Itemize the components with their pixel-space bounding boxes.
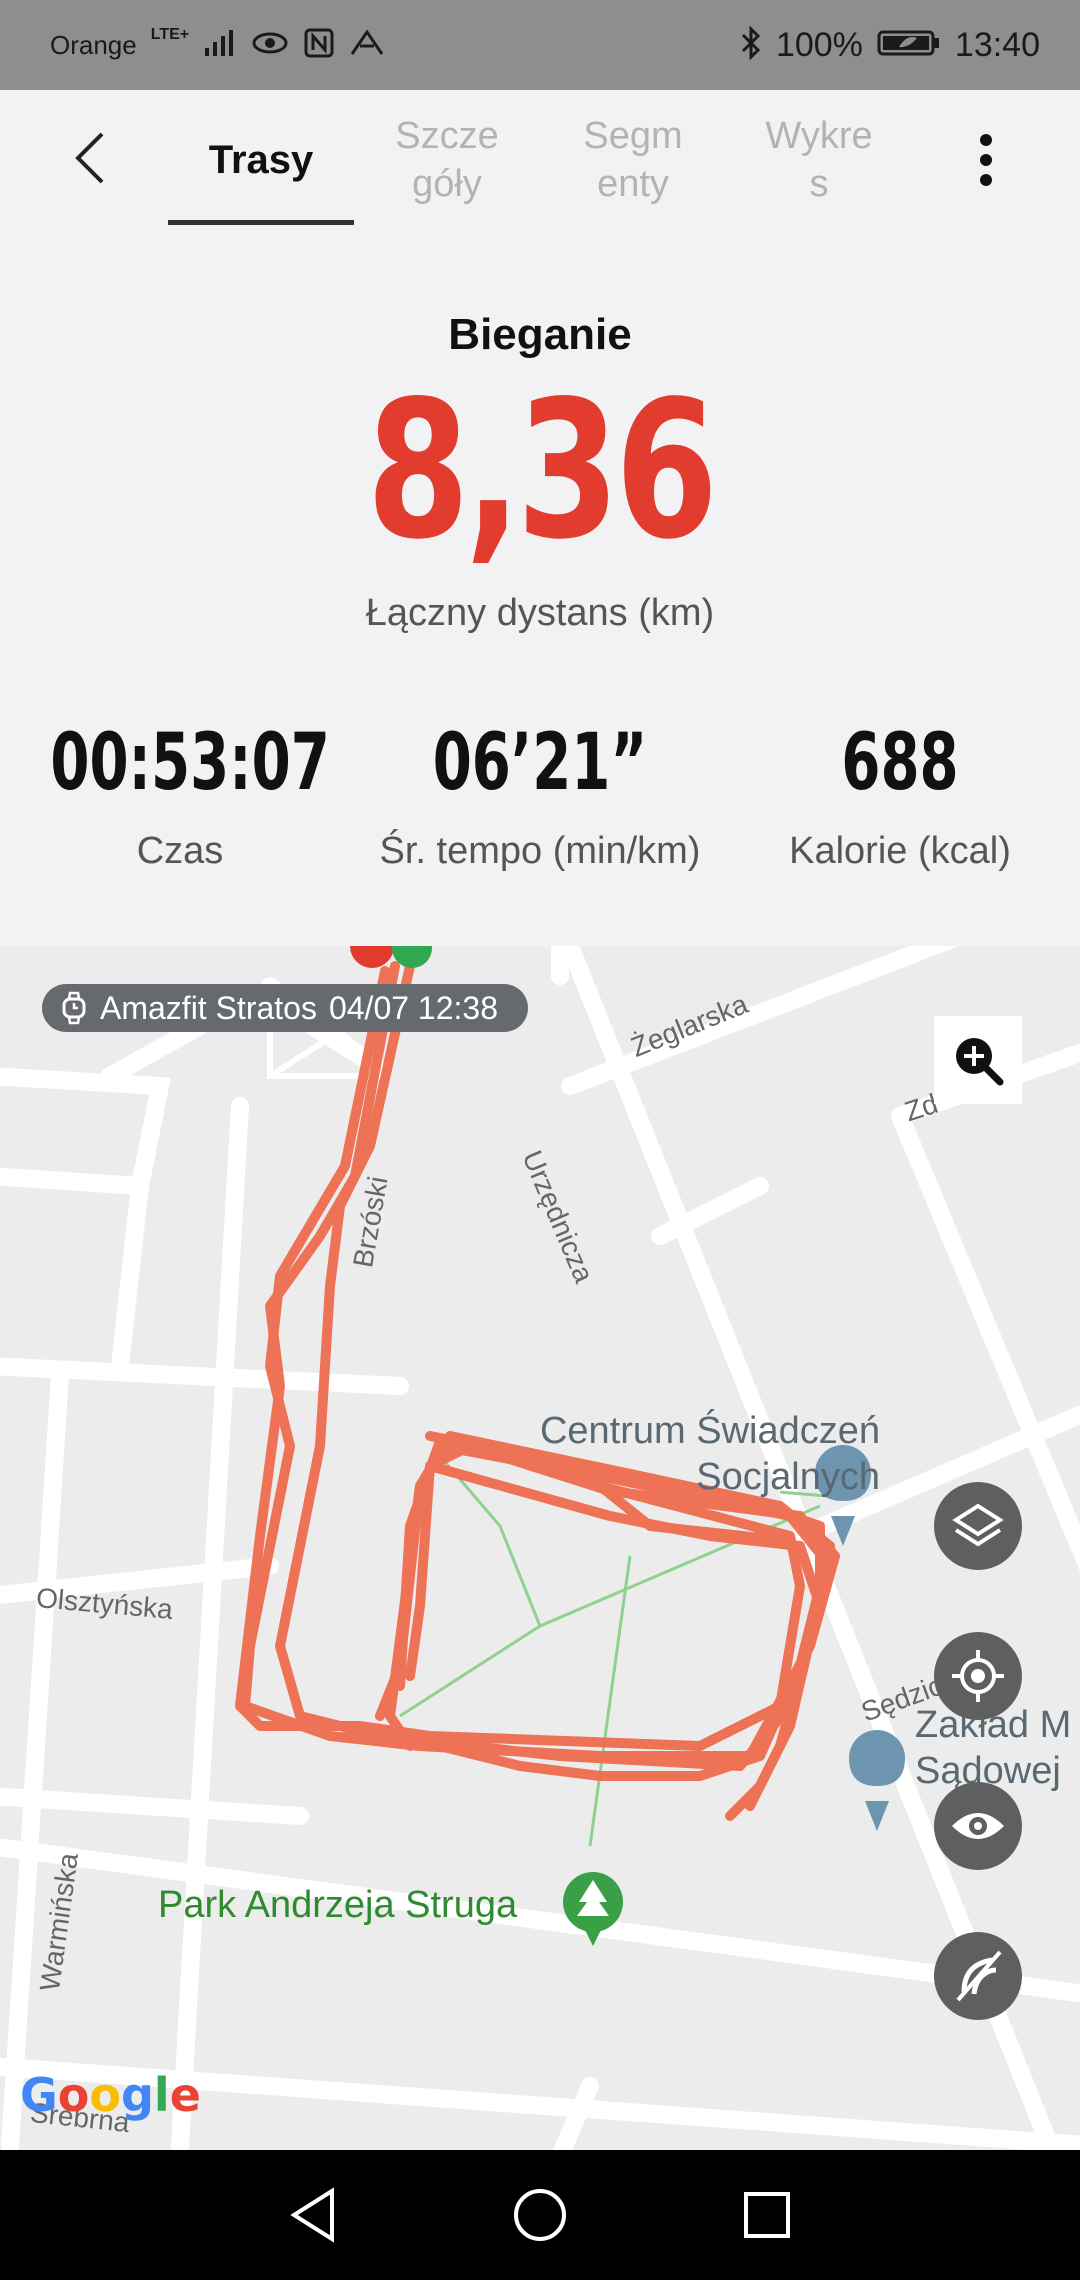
system-nav-bar (0, 2150, 1080, 2280)
triangle-back-icon (290, 2187, 335, 2243)
total-distance-label: Łączny dystans (km) (365, 592, 715, 634)
poi-label-zaklad: Zakład M Sądowej (915, 1704, 1072, 1792)
square-recents-icon (743, 2192, 790, 2238)
battery-icon (877, 28, 941, 63)
clock: 13:40 (954, 25, 1040, 64)
stat-calories-value: 688 (841, 718, 959, 808)
more-vert-icon (980, 134, 992, 186)
back-arrow-icon (75, 132, 104, 184)
tab-routes[interactable]: Trasy (166, 110, 356, 210)
stat-pace: 06’21” Śr. tempo (min/km) (360, 718, 720, 873)
eye-comfort-icon (251, 28, 289, 63)
workout-summary: Bieganie 8,36 Łączny dystans (km) 00:53:… (0, 230, 1080, 946)
map-canvas (0, 946, 1080, 2150)
zoom-in-button[interactable] (934, 1016, 1022, 1104)
tab-details[interactable]: Szcze góły (352, 110, 542, 210)
nav-back-button[interactable] (278, 2180, 348, 2250)
my-location-button[interactable] (934, 1632, 1022, 1720)
tab-segments[interactable]: Segm enty (538, 110, 728, 210)
status-bar: Orange LTE+ 100% 13:40 (0, 0, 1080, 90)
map-layers-button[interactable] (934, 1482, 1022, 1570)
nfc-icon (303, 27, 335, 64)
layers-icon (952, 1503, 1004, 1547)
more-menu-button[interactable] (960, 130, 1012, 190)
workout-date: 04/07 12:38 (328, 989, 498, 1026)
device-badge: Amazfit Stratos 04/07 12:38 (42, 984, 528, 1032)
device-name: Amazfit Stratos (100, 989, 317, 1026)
back-button[interactable] (60, 128, 120, 188)
battery-percent: 100% (775, 25, 863, 64)
stat-time-value: 00:53:07 (50, 718, 330, 808)
google-logo: Google (20, 2068, 201, 2122)
signal-icon (203, 28, 237, 63)
location-icon (349, 28, 385, 63)
stat-pace-label: Śr. tempo (min/km) (379, 830, 701, 872)
activity-type: Bieganie (448, 310, 632, 359)
bluetooth-icon (740, 24, 762, 65)
nav-home-button[interactable] (505, 2180, 575, 2250)
nav-recents-button[interactable] (732, 2180, 802, 2250)
eye-icon (952, 1813, 1004, 1839)
stat-calories-label: Kalorie (kcal) (789, 830, 1011, 872)
park-label: Park Andrzeja Struga (158, 1884, 518, 1926)
visibility-button[interactable] (934, 1782, 1022, 1870)
poi-label-centrum: Centrum Świadczeń Socjalnych (539, 1410, 880, 1498)
route-map[interactable]: Amazfit Stratos 04/07 12:38 Żeglarska Ur… (0, 946, 1080, 2150)
stat-time-label: Czas (136, 830, 224, 872)
crosshair-icon (952, 1650, 1004, 1702)
active-tab-indicator (168, 220, 354, 225)
carrier-name: Orange (50, 29, 137, 60)
app-header: Trasy Szcze góły Segm enty Wykre s (0, 90, 1080, 230)
stat-calories: 688 Kalorie (kcal) (720, 718, 1080, 873)
route-slash-icon (956, 1950, 1002, 2002)
stat-time: 00:53:07 Czas (0, 718, 360, 873)
tab-charts[interactable]: Wykre s (724, 110, 914, 210)
circle-home-icon (513, 2189, 566, 2241)
zoom-in-icon (956, 1038, 1004, 1086)
total-distance: 8,36 (366, 360, 719, 581)
network-type: LTE+ (150, 26, 190, 43)
stat-pace-value: 06’21” (432, 718, 648, 808)
route-style-button[interactable] (934, 1932, 1022, 2020)
watch-icon (62, 991, 86, 1025)
